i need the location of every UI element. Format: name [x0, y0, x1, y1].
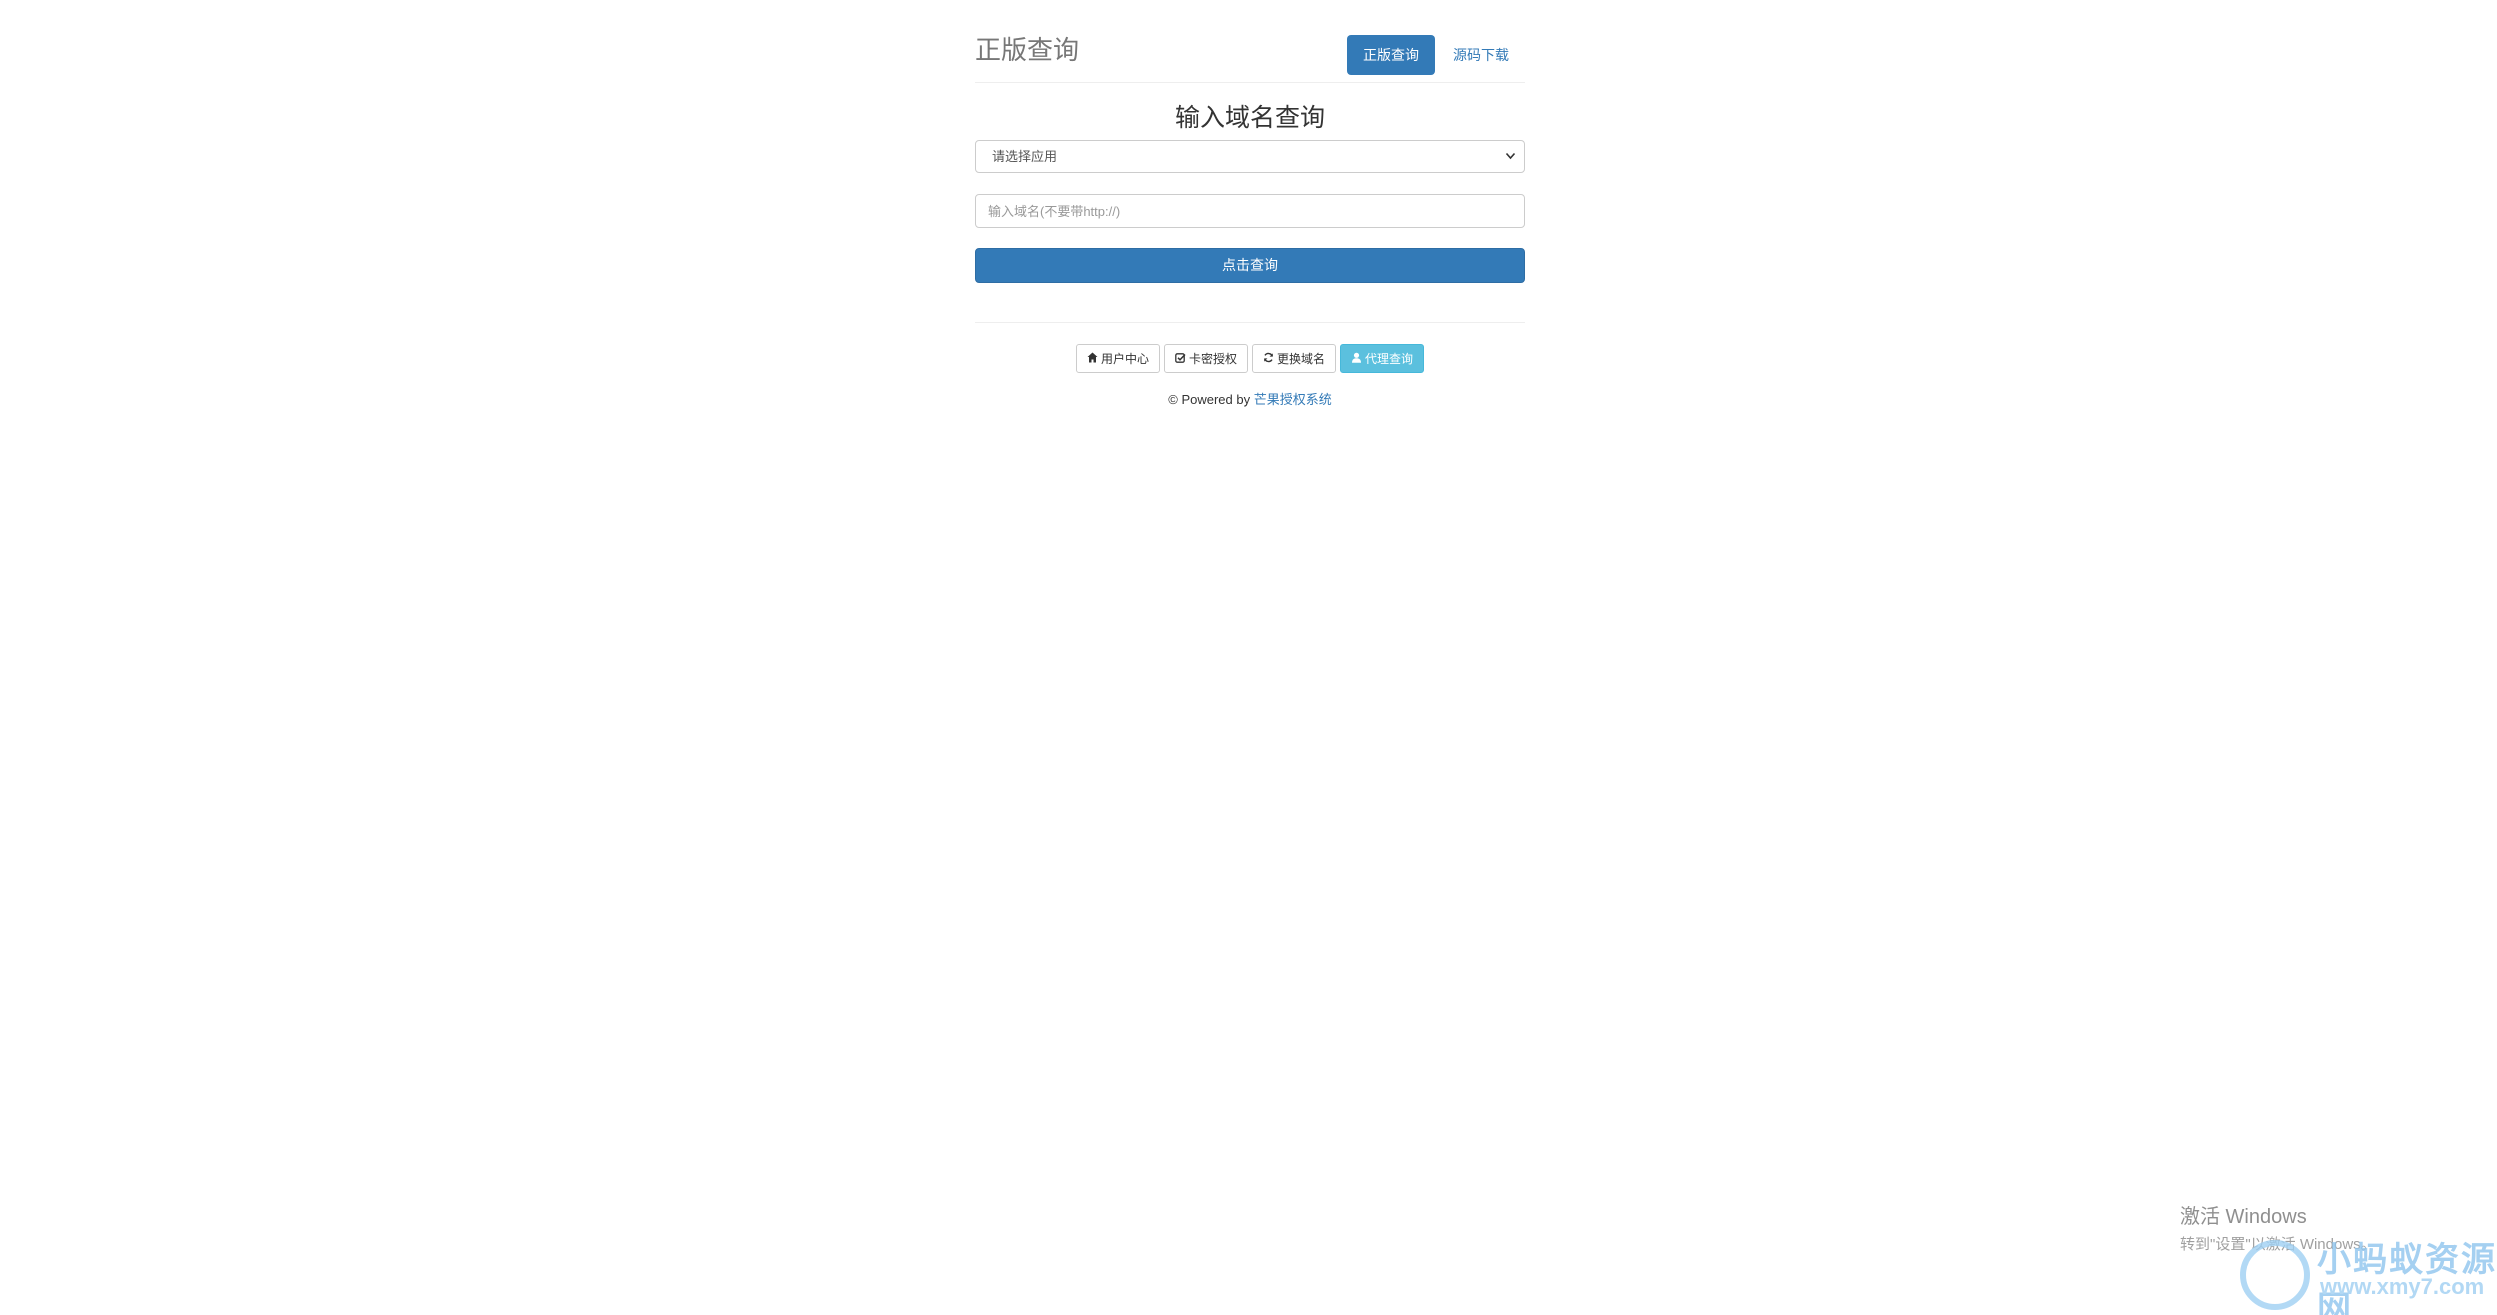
card-auth-label: 卡密授权: [1188, 352, 1237, 366]
home-icon: [1087, 352, 1098, 365]
nav-source-download[interactable]: 源码下载: [1437, 35, 1525, 75]
refresh-icon: [1263, 352, 1274, 365]
footer-link[interactable]: 芒果授权系统: [1254, 392, 1332, 407]
user-center-label: 用户中心: [1100, 352, 1149, 366]
site-logo: 小蚂蚁资源网 www.xmy7.com: [2240, 1232, 2497, 1315]
agent-query-button[interactable]: 代理查询: [1340, 344, 1425, 373]
footer-text: © Powered by: [1168, 392, 1251, 407]
quick-links: 用户中心 卡密授权 更换域名 代理查询: [975, 344, 1525, 373]
watermark-title: 激活 Windows: [2180, 1206, 2307, 1228]
card-auth-button[interactable]: 卡密授权: [1163, 344, 1248, 373]
check-square-icon: [1175, 352, 1186, 365]
user-center-button[interactable]: 用户中心: [1075, 344, 1160, 373]
main-container: 正版查询 正版查询 源码下载 输入域名查询 请选择应用 点击查询: [975, 0, 1525, 408]
brand-title: 正版查询: [975, 35, 1080, 65]
site-logo-url: www.xmy7.com: [2320, 1274, 2485, 1299]
change-domain-label: 更换域名: [1277, 352, 1326, 366]
divider: [975, 322, 1525, 323]
nav-pills: 正版查询 源码下载: [1347, 35, 1525, 75]
chevron-down-icon: [1505, 141, 1516, 185]
footer: © Powered by 芒果授权系统: [975, 389, 1525, 408]
query-button[interactable]: 点击查询: [975, 248, 1525, 283]
app-select[interactable]: 请选择应用: [975, 140, 1525, 173]
agent-query-label: 代理查询: [1365, 352, 1414, 366]
change-domain-button[interactable]: 更换域名: [1252, 344, 1337, 373]
user-icon: [1351, 352, 1362, 365]
header: 正版查询 正版查询 源码下载: [975, 0, 1525, 83]
nav-genuine-query[interactable]: 正版查询: [1347, 35, 1435, 75]
page: 正版查询 正版查询 源码下载 输入域名查询 请选择应用 点击查询: [0, 0, 2497, 1315]
app-select-value: 请选择应用: [992, 149, 1058, 164]
form-title: 输入域名查询: [1174, 104, 1325, 132]
domain-input[interactable]: [975, 194, 1525, 228]
logo-mark-icon: [2240, 1240, 2310, 1310]
